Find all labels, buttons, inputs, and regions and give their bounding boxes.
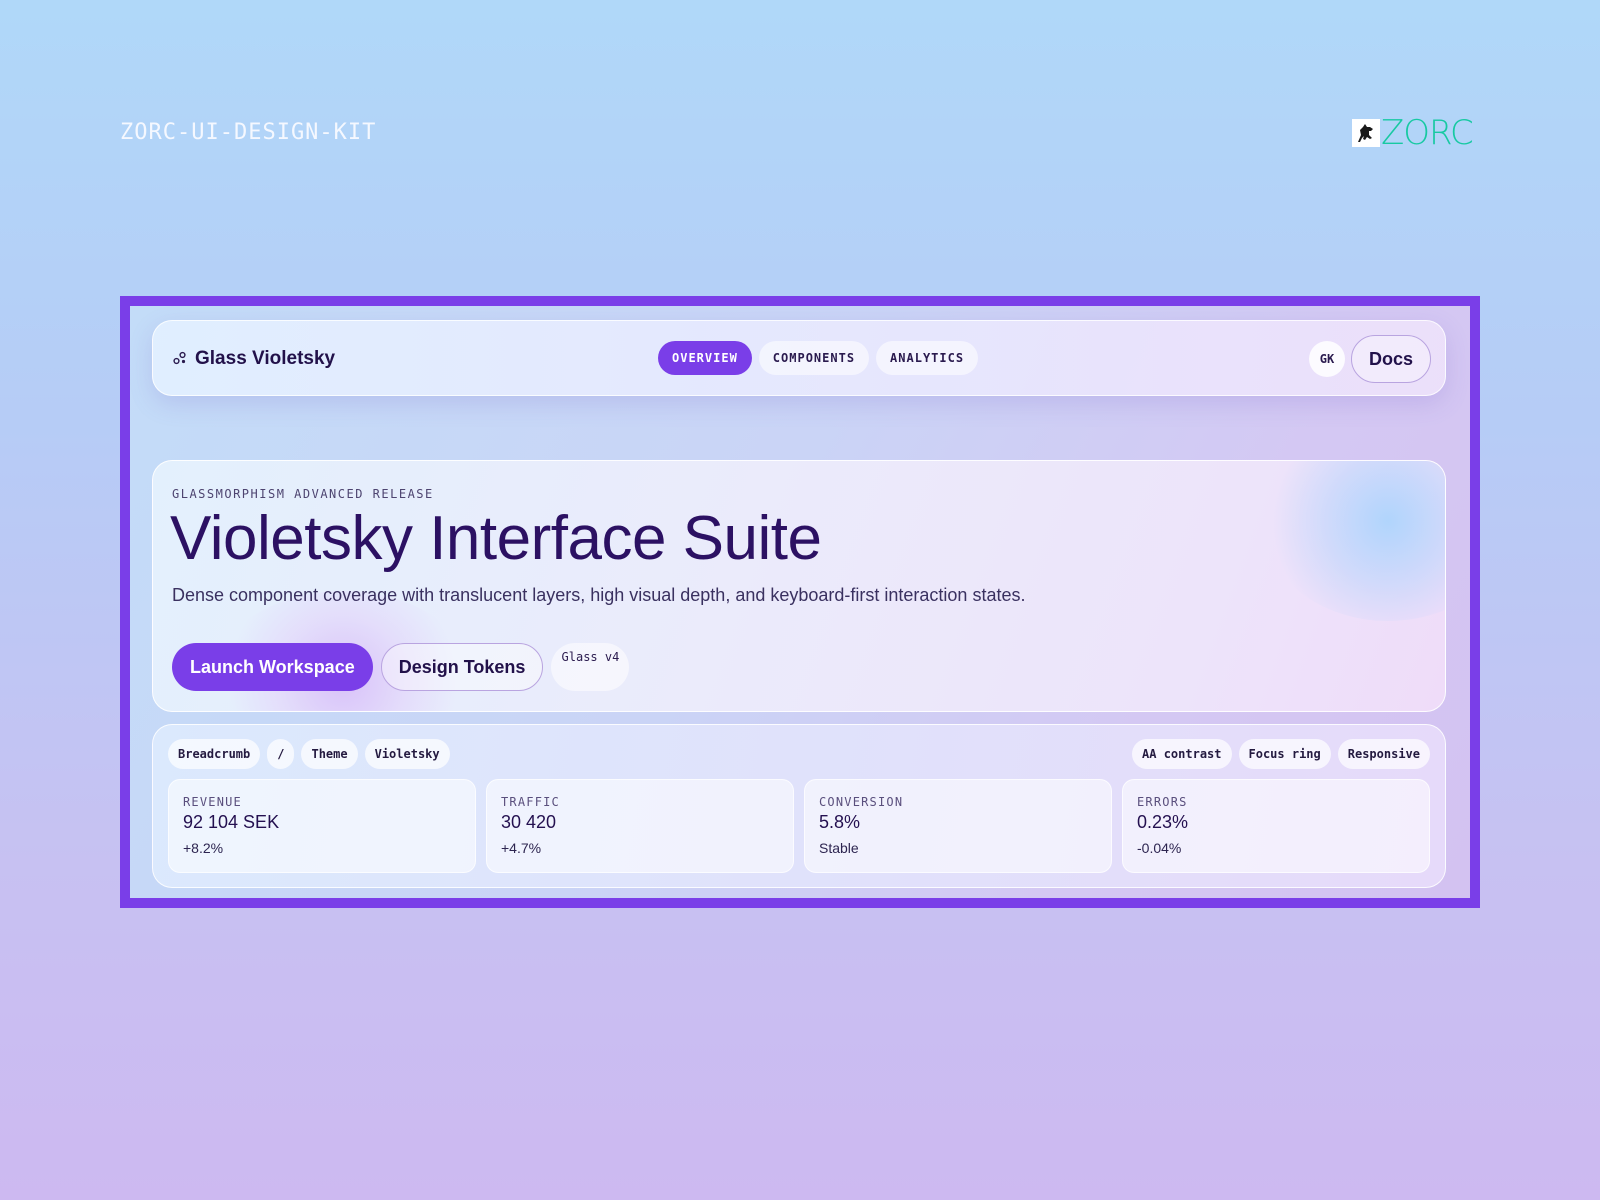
breadcrumb-item-breadcrumb[interactable]: Breadcrumb [168,739,261,769]
zorc-logo: ZORC [1352,113,1474,153]
metric-label: TRAFFIC [501,795,560,809]
avatar[interactable]: GK [1309,341,1345,377]
focus-ring-chip: Focus ring [1238,739,1331,769]
showcase-frame: Glass Violetsky OVERVIEW COMPONENTS ANAL… [120,296,1480,908]
dog-mascot-icon [1352,119,1380,147]
blue-glow-decoration [1263,461,1445,621]
metric-label: CONVERSION [819,795,904,809]
breadcrumb-item-violetsky[interactable]: Violetsky [364,739,450,769]
metric-card-errors: ERRORS 0.23% -0.04% [1122,779,1430,873]
hero-actions: Launch Workspace Design Tokens Glass v4 [172,643,630,691]
metrics-row: REVENUE 92 104 SEK +8.2% TRAFFIC 30 420 … [168,779,1430,873]
metric-value: 30 420 [501,812,557,832]
metric-card-traffic: TRAFFIC 30 420 +4.7% [486,779,794,873]
hero-card: GLASSMORPHISM ADVANCED RELEASE Violetsky… [152,460,1446,712]
metric-card-conversion: CONVERSION 5.8% Stable [804,779,1112,873]
metric-delta: +4.7% [501,840,542,856]
feature-flags: AA contrast Focus ring Responsive [1132,739,1430,769]
brand-name: Glass Violetsky [195,348,336,369]
tab-analytics[interactable]: ANALYTICS [876,341,979,375]
breadcrumb: Breadcrumb / Theme Violetsky [168,739,450,769]
breadcrumb-separator: / [267,739,295,769]
design-tokens-button[interactable]: Design Tokens [380,643,544,691]
molecule-icon [173,350,187,369]
docs-button[interactable]: Docs [1351,335,1431,383]
hero-eyebrow: GLASSMORPHISM ADVANCED RELEASE [172,487,434,501]
stats-panel: Breadcrumb / Theme Violetsky AA contrast… [152,724,1446,888]
metric-delta: Stable [819,840,859,856]
nav-tabs: OVERVIEW COMPONENTS ANALYTICS [658,341,979,375]
metric-value: 5.8% [819,812,861,832]
metric-delta: +8.2% [183,840,224,856]
app-brand[interactable]: Glass Violetsky [173,321,335,397]
tab-overview[interactable]: OVERVIEW [658,341,752,375]
metric-delta: -0.04% [1137,840,1182,856]
version-chip: Glass v4 [551,643,630,691]
metric-card-revenue: REVENUE 92 104 SEK +8.2% [168,779,476,873]
metric-label: REVENUE [183,795,242,809]
metric-value: 0.23% [1137,812,1189,832]
hero-title: Violetsky Interface Suite [170,504,822,573]
aa-contrast-chip: AA contrast [1132,739,1232,769]
tab-components[interactable]: COMPONENTS [758,341,870,375]
breadcrumb-item-theme[interactable]: Theme [301,739,358,769]
launch-workspace-button[interactable]: Launch Workspace [172,643,373,691]
metric-value: 92 104 SEK [183,812,280,832]
metric-label: ERRORS [1137,795,1188,809]
top-navbar: Glass Violetsky OVERVIEW COMPONENTS ANAL… [152,320,1446,396]
responsive-chip: Responsive [1337,739,1430,769]
zorc-wordmark: ZORC [1381,113,1474,153]
hero-description: Dense component coverage with translucen… [172,585,1026,605]
kit-label: ZORC-UI-DESIGN-KIT [120,120,377,145]
